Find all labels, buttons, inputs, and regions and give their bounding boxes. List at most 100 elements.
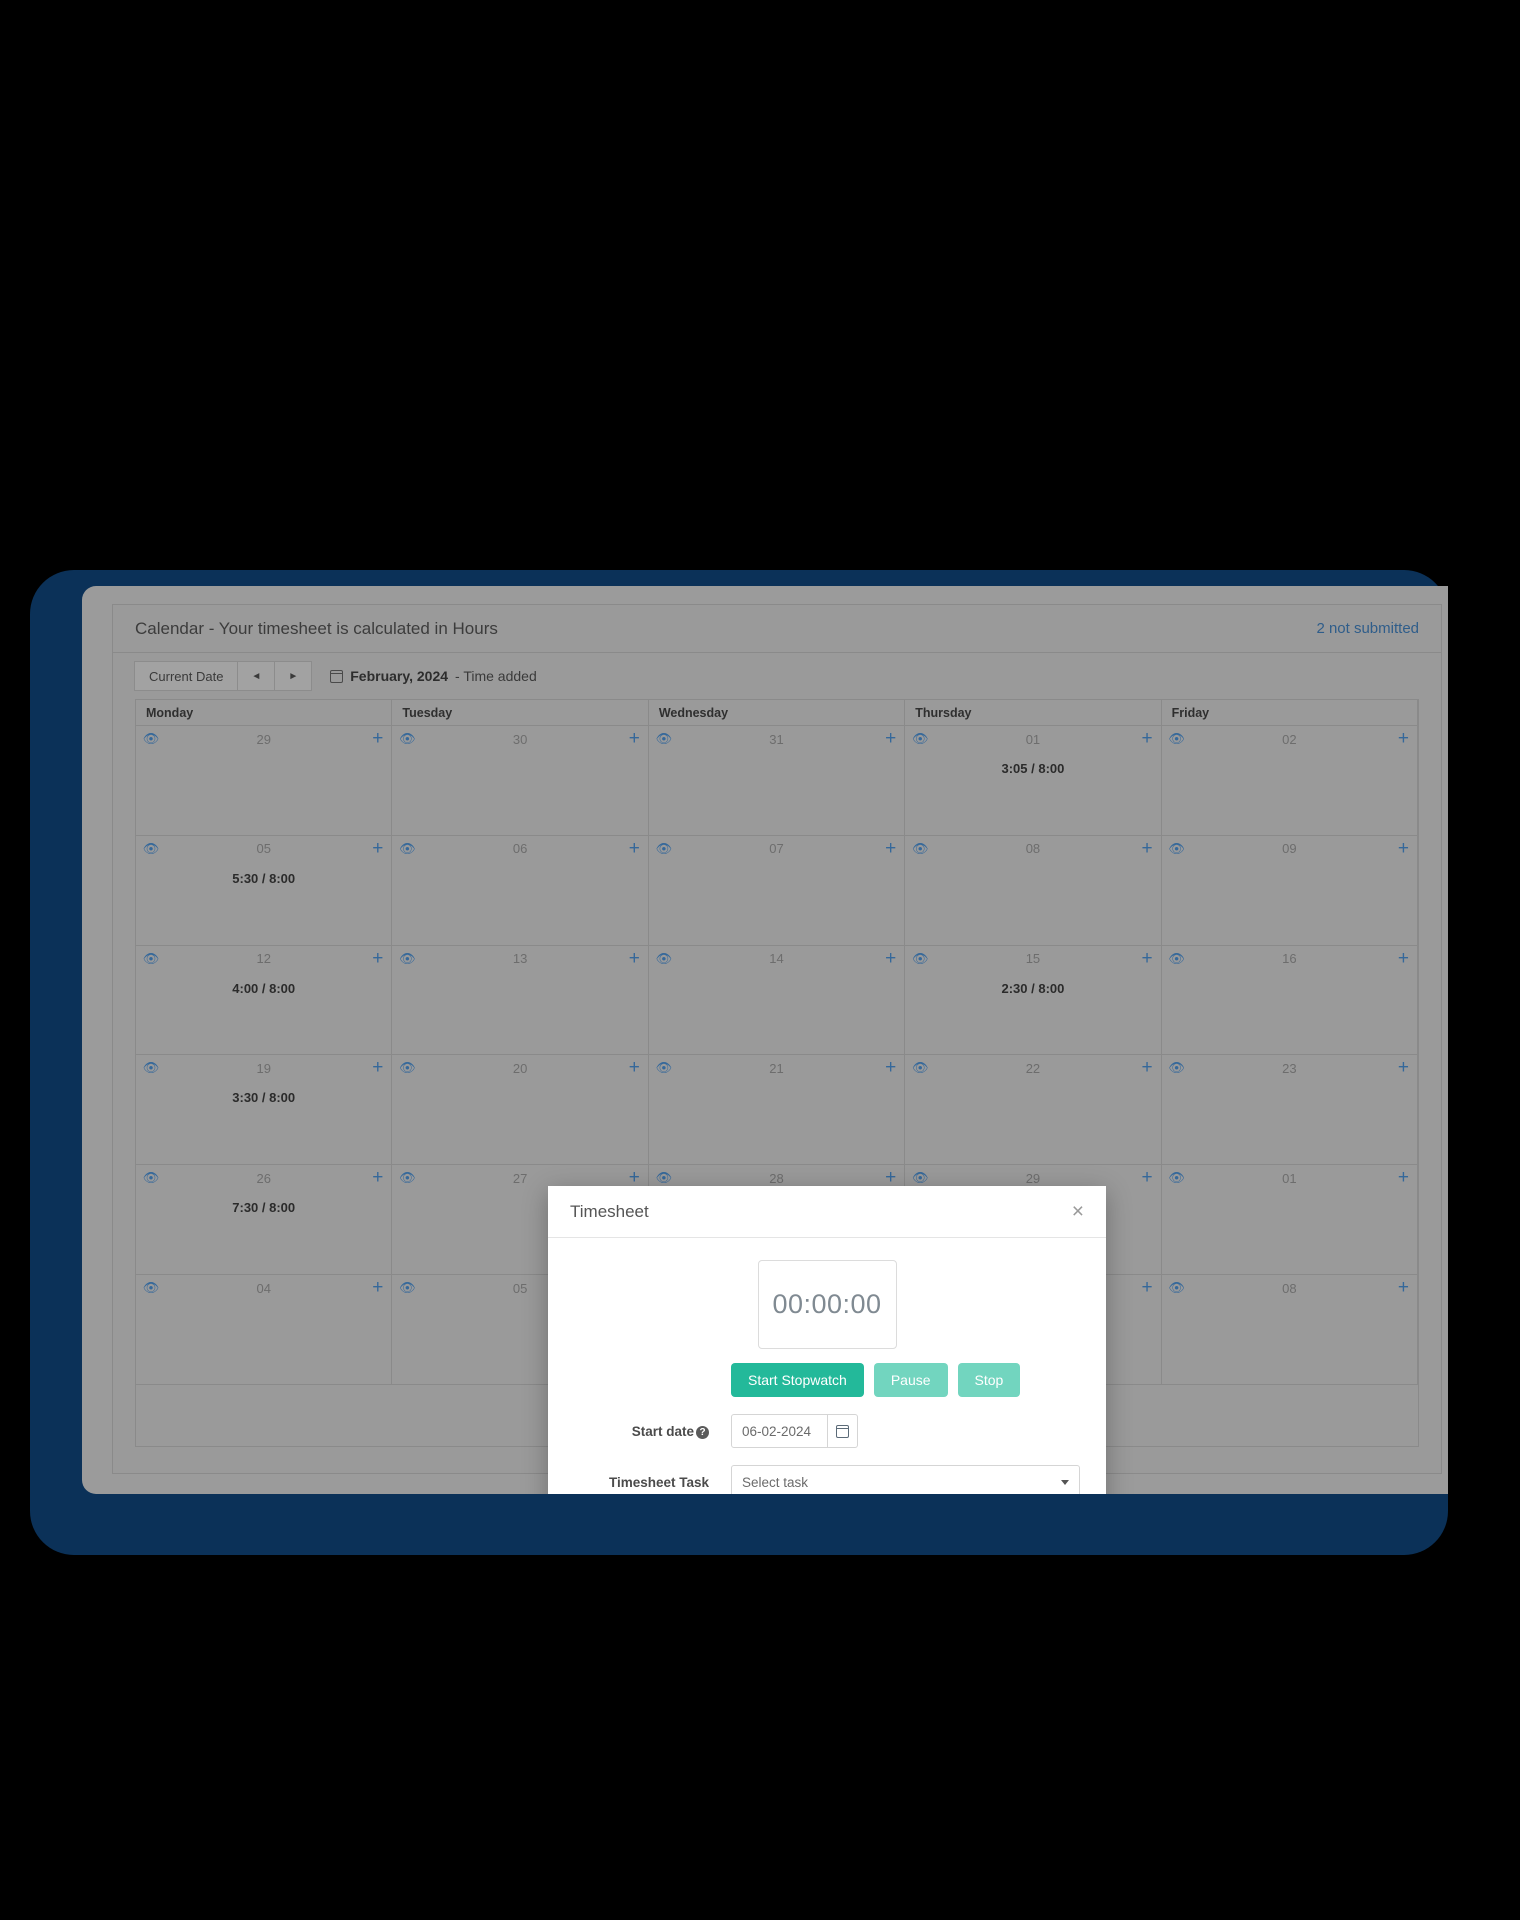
eye-icon[interactable]: 👁 (656, 1170, 673, 1185)
add-entry-icon[interactable]: + (629, 839, 640, 858)
add-entry-icon[interactable]: + (372, 1058, 383, 1077)
next-period-button[interactable]: ► (274, 661, 313, 691)
eye-icon[interactable]: 👁 (143, 731, 160, 746)
calendar-day-cell[interactable]: 👁 29 + (136, 726, 393, 835)
not-submitted-link[interactable]: 2 not submitted (1316, 620, 1419, 637)
add-entry-icon[interactable]: + (372, 729, 383, 748)
add-entry-icon[interactable]: + (885, 949, 896, 968)
calendar-day-cell[interactable]: 👁 22 + (905, 1055, 1162, 1165)
calendar-day-cell[interactable]: 👁 19 +3:30 / 8:00 (136, 1055, 393, 1165)
eye-icon[interactable]: 👁 (399, 1280, 416, 1295)
eye-icon[interactable]: 👁 (143, 1060, 160, 1075)
add-entry-icon[interactable]: + (629, 729, 640, 748)
stopwatch-display: 00:00:00 (757, 1260, 897, 1349)
close-icon[interactable]: × (1072, 1201, 1084, 1222)
add-entry-icon[interactable]: + (1142, 729, 1153, 748)
calendar-day-cell[interactable]: 👁 01 + (1162, 1165, 1419, 1275)
eye-icon[interactable]: 👁 (912, 841, 929, 856)
calendar-day-cell[interactable]: 👁 15 +2:30 / 8:00 (905, 945, 1162, 1055)
day-cell-top: 👁 01 + (905, 729, 1160, 748)
day-cell-top: 👁 28 + (649, 1168, 904, 1187)
add-entry-icon[interactable]: + (1142, 949, 1153, 968)
eye-icon[interactable]: 👁 (1168, 1280, 1185, 1295)
eye-icon[interactable]: 👁 (399, 731, 416, 746)
calendar-day-cell[interactable]: 👁 21 + (649, 1055, 906, 1165)
calendar-day-cell[interactable]: 👁 20 + (392, 1055, 649, 1165)
calendar-day-cell[interactable]: 👁 08 + (905, 835, 1162, 945)
eye-icon[interactable]: 👁 (143, 951, 160, 966)
add-entry-icon[interactable]: + (629, 949, 640, 968)
eye-icon[interactable]: 👁 (399, 951, 416, 966)
add-entry-icon[interactable]: + (1398, 1168, 1409, 1187)
pause-stopwatch-button[interactable]: Pause (873, 1363, 948, 1397)
add-entry-icon[interactable]: + (1398, 949, 1409, 968)
add-entry-icon[interactable]: + (1142, 1168, 1153, 1187)
add-entry-icon[interactable]: + (885, 1168, 896, 1187)
calendar-day-cell[interactable]: 👁 12 +4:00 / 8:00 (136, 945, 393, 1055)
eye-icon[interactable]: 👁 (1168, 841, 1185, 856)
add-entry-icon[interactable]: + (372, 1278, 383, 1297)
eye-icon[interactable]: 👁 (399, 1170, 416, 1185)
add-entry-icon[interactable]: + (372, 839, 383, 858)
add-entry-icon[interactable]: + (1398, 729, 1409, 748)
eye-icon[interactable]: 👁 (912, 731, 929, 746)
help-icon[interactable]: ? (696, 1426, 709, 1439)
eye-icon[interactable]: 👁 (1168, 1170, 1185, 1185)
eye-icon[interactable]: 👁 (656, 731, 673, 746)
calendar-day-cell[interactable]: 👁 05 +5:30 / 8:00 (136, 835, 393, 945)
eye-icon[interactable]: 👁 (1168, 1060, 1185, 1075)
calendar-day-cell[interactable]: 👁 06 + (392, 835, 649, 945)
day-number: 08 (1282, 1280, 1297, 1296)
add-entry-icon[interactable]: + (1142, 1278, 1153, 1297)
add-entry-icon[interactable]: + (629, 1168, 640, 1187)
start-stopwatch-button[interactable]: Start Stopwatch (731, 1363, 864, 1397)
eye-icon[interactable]: 👁 (912, 951, 929, 966)
calendar-week-row: 👁 29 + 👁 30 + 👁 31 + 👁 01 +3:05 / 8:00 👁 02 + (136, 726, 1419, 836)
calendar-day-cell[interactable]: 👁 31 + (649, 726, 906, 835)
add-entry-icon[interactable]: + (1142, 1058, 1153, 1077)
calendar-day-cell[interactable]: 👁 23 + (1162, 1055, 1419, 1165)
timesheet-task-select[interactable]: Select task (731, 1465, 1080, 1494)
calendar-day-cell[interactable]: 👁 01 +3:05 / 8:00 (905, 726, 1162, 835)
calendar-day-cell[interactable]: 👁 09 + (1162, 835, 1419, 945)
eye-icon[interactable]: 👁 (399, 841, 416, 856)
eye-icon[interactable]: 👁 (1168, 951, 1185, 966)
calendar-day-cell[interactable]: 👁 07 + (649, 835, 906, 945)
calendar-day-cell[interactable]: 👁 02 + (1162, 726, 1419, 835)
timesheet-modal: Timesheet × 00:00:00 Start Stopwatch Pau… (548, 1186, 1106, 1494)
eye-icon[interactable]: 👁 (399, 1060, 416, 1075)
eye-icon[interactable]: 👁 (656, 1060, 673, 1075)
eye-icon[interactable]: 👁 (912, 1060, 929, 1075)
add-entry-icon[interactable]: + (372, 1168, 383, 1187)
eye-icon[interactable]: 👁 (656, 841, 673, 856)
eye-icon[interactable]: 👁 (656, 951, 673, 966)
calendar-day-cell[interactable]: 👁 26 +7:30 / 8:00 (136, 1165, 393, 1275)
add-entry-icon[interactable]: + (1398, 839, 1409, 858)
stop-stopwatch-button[interactable]: Stop (957, 1363, 1021, 1397)
calendar-day-cell[interactable]: 👁 14 + (649, 945, 906, 1055)
add-entry-icon[interactable]: + (372, 949, 383, 968)
eye-icon[interactable]: 👁 (1168, 731, 1185, 746)
eye-icon[interactable]: 👁 (143, 1170, 160, 1185)
add-entry-icon[interactable]: + (885, 1058, 896, 1077)
date-picker-button[interactable] (828, 1414, 858, 1448)
add-entry-icon[interactable]: + (1142, 839, 1153, 858)
add-entry-icon[interactable]: + (1398, 1278, 1409, 1297)
eye-icon[interactable]: 👁 (143, 1280, 160, 1295)
day-number: 29 (256, 731, 271, 747)
current-date-button[interactable]: Current Date (134, 661, 239, 691)
calendar-day-cell[interactable]: 👁 13 + (392, 945, 649, 1055)
eye-icon[interactable]: 👁 (912, 1170, 929, 1185)
eye-icon[interactable]: 👁 (143, 841, 160, 856)
calendar-day-cell[interactable]: 👁 08 + (1162, 1275, 1419, 1384)
calendar-day-cell[interactable]: 👁 04 + (136, 1275, 393, 1384)
calendar-day-cell[interactable]: 👁 30 + (392, 726, 649, 835)
start-date-input[interactable] (731, 1414, 828, 1448)
calendar-day-cell[interactable]: 👁 16 + (1162, 945, 1419, 1055)
prev-period-button[interactable]: ◄ (237, 661, 276, 691)
add-entry-icon[interactable]: + (629, 1058, 640, 1077)
calendar-week-row: 👁 05 +5:30 / 8:00 👁 06 + 👁 07 + 👁 08 + 👁 09 + (136, 835, 1419, 946)
add-entry-icon[interactable]: + (1398, 1058, 1409, 1077)
add-entry-icon[interactable]: + (885, 729, 896, 748)
add-entry-icon[interactable]: + (885, 839, 896, 858)
